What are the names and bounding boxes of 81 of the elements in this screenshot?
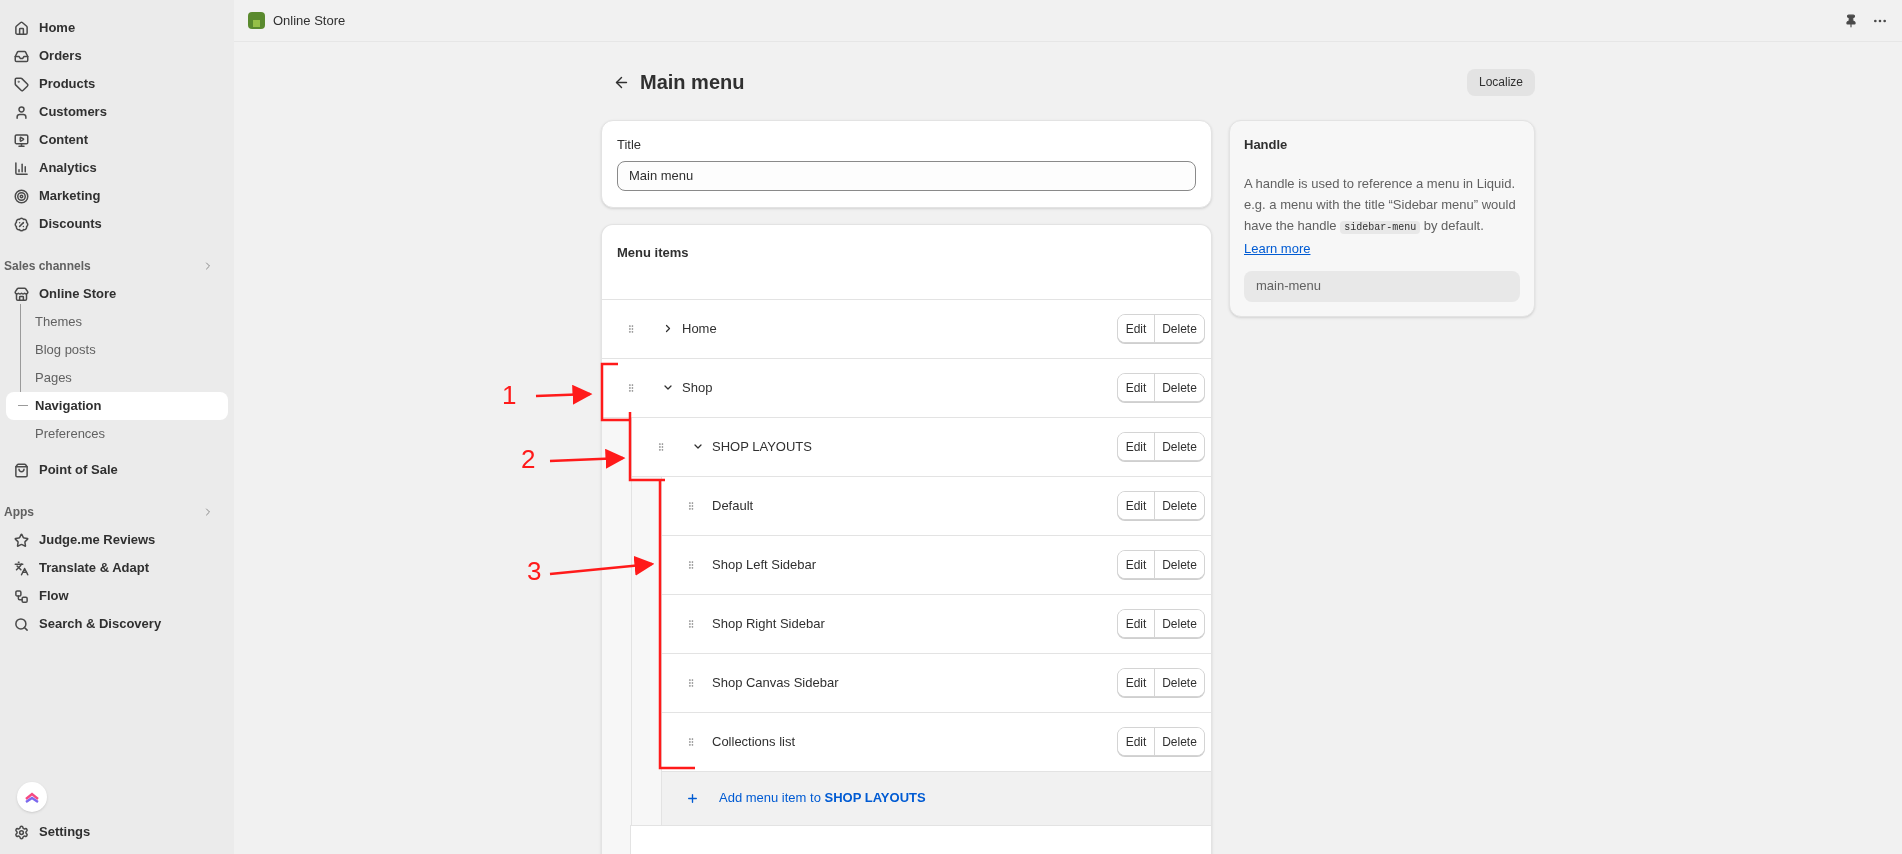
menu-item-label: Collections list [712,732,796,751]
inbox-icon [14,48,29,64]
pin-icon[interactable] [1844,13,1858,28]
app-logo-icon[interactable] [17,782,47,812]
sidebar-subitem[interactable]: Preferences [6,420,228,448]
sidebar-item[interactable]: Search & Discovery [6,610,228,638]
drag-handle-icon[interactable] [686,559,696,570]
add-menu-item-button[interactable]: Add menu item to SHOP LAYOUTS [662,770,1211,825]
sidebar-item[interactable]: Translate & Adapt [6,554,228,582]
drag-handle-icon[interactable] [686,677,696,688]
sidebar-item[interactable]: Judge.me Reviews [6,526,228,554]
title-input[interactable]: Main menu [617,160,1196,191]
sidebar-item[interactable]: Online Store [6,280,228,308]
menu-item-label: Shop [682,378,713,397]
learn-more-link[interactable]: Learn more [1244,240,1311,256]
bar-chart-icon [14,160,29,176]
delete-button[interactable]: Delete [1154,433,1204,460]
sidebar-item[interactable]: Content [6,126,228,154]
search-icon [14,616,29,632]
delete-button[interactable]: Delete [1154,315,1204,342]
percent-badge-icon [14,216,29,232]
sidebar-item[interactable]: Orders [6,42,228,70]
annotation-number: 2 [521,446,536,472]
menu-item-label: Shop Right Sidebar [712,614,825,633]
sidebar-subitem[interactable]: Navigation [6,392,228,420]
store-app-icon [248,12,265,29]
settings-item[interactable]: Settings [6,818,228,846]
drag-handle-icon[interactable] [686,736,696,747]
sidebar-subitem[interactable]: Pages [6,364,228,392]
plus-icon [686,791,699,805]
sidebar-item[interactable]: Products [6,70,228,98]
menu-item-label: Home [682,319,717,338]
translate-icon [14,560,29,576]
flow-icon [14,588,29,604]
store-icon [14,286,29,302]
sidebar-item[interactable]: Customers [6,98,228,126]
delete-button[interactable]: Delete [1154,492,1204,519]
drag-handle-icon[interactable] [656,441,666,452]
delete-button[interactable]: Delete [1154,551,1204,578]
menu-item-label: Default [712,496,754,515]
section-heading: Apps [4,504,34,521]
app-title: Online Store [273,11,346,30]
sidebar-item[interactable]: Point of Sale [6,456,228,484]
target-icon [14,188,29,204]
drag-handle-icon[interactable] [626,382,636,393]
drag-handle-icon[interactable] [686,500,696,511]
delete-button[interactable]: Delete [1154,728,1204,755]
annotation-bracket [600,362,630,422]
sidebar-subitem[interactable]: Blog posts [6,336,228,364]
sidebar-item[interactable]: Flow [6,582,228,610]
sidebar-item[interactable]: Marketing [6,182,228,210]
delete-button[interactable]: Delete [1154,610,1204,637]
annotation-arrow [535,384,593,405]
delete-button[interactable]: Delete [1154,374,1204,401]
annotation-number: 1 [502,382,517,408]
field-label: Title [617,136,643,154]
localize-button[interactable]: Localize [1466,68,1535,96]
delete-button[interactable]: Delete [1154,669,1204,696]
handle-input[interactable]: main-menu [1244,270,1520,302]
bag-icon [14,462,29,478]
sidebar-item[interactable]: Home [6,14,228,42]
handle-description: A handle is used to reference a menu in Liquid. e.g. a menu with the title “Sidebar menu” would have the handle sidebar-menu by default. Learn more [1244,174,1517,258]
card-title: Menu items [617,244,689,260]
settings-icon [14,824,29,840]
menu-item-label: SHOP LAYOUTS [712,437,812,456]
sidebar-subitem[interactable]: Themes [6,308,228,336]
section-heading: Sales channels [4,258,91,275]
drag-handle-icon[interactable] [626,323,636,334]
person-icon [14,104,29,120]
monitor-icon [14,132,29,148]
menu-item-label: Shop Left Sidebar [712,555,817,574]
card-title: Handle [1244,136,1289,154]
sidebar-item[interactable]: Discounts [6,210,228,238]
menu-item-label: Shop Canvas Sidebar [712,673,839,692]
annotation-number: 3 [527,558,542,584]
page-title: Main menu [640,70,745,95]
drag-handle-icon[interactable] [686,618,696,629]
sidebar-item[interactable]: Analytics [6,154,228,182]
tree-connector-icon [18,405,28,406]
tag-icon [14,76,29,92]
home-icon [14,20,29,36]
